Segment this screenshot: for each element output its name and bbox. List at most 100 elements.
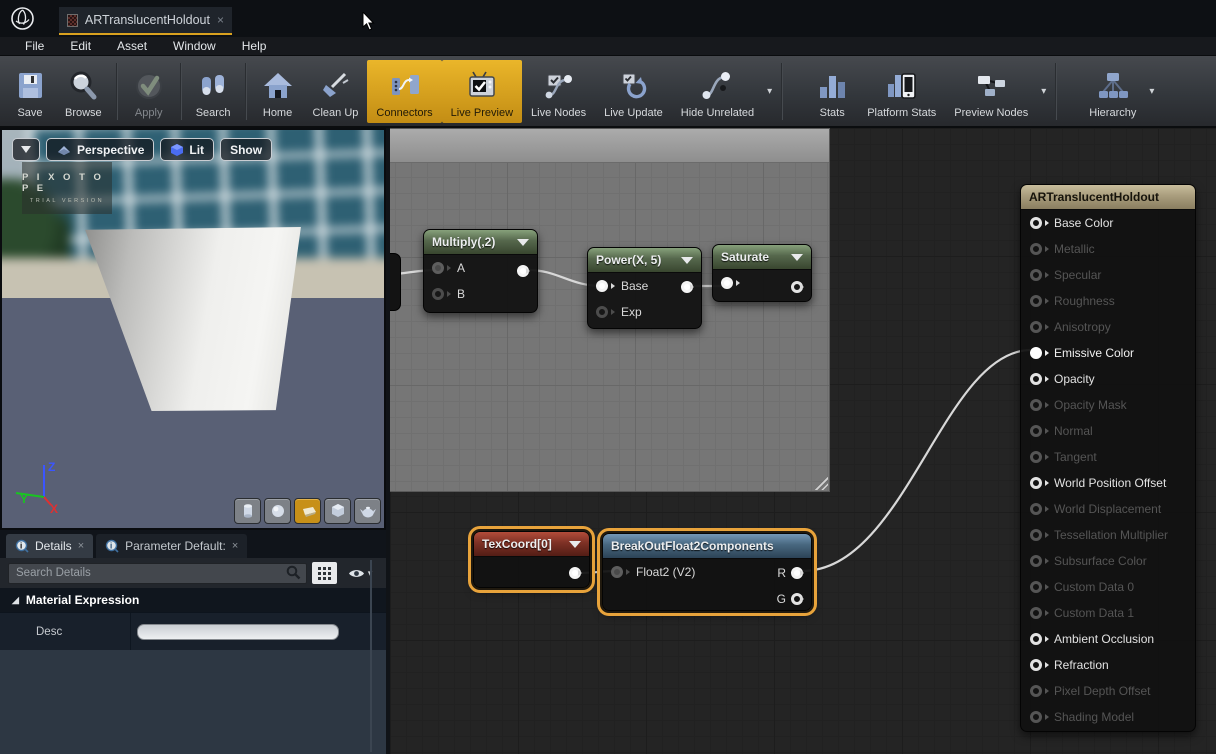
menu-window[interactable]: Window (160, 39, 229, 53)
material-pin-label: Opacity Mask (1054, 398, 1127, 412)
menu-file[interactable]: File (12, 39, 57, 53)
hide-unrelated-button[interactable]: Hide Unrelated (672, 60, 763, 123)
material-pin-refraction[interactable]: Refraction (1021, 652, 1195, 678)
home-button[interactable]: Home (252, 60, 304, 123)
clean-up-button[interactable]: Clean Up (304, 60, 368, 123)
pin-float2-input[interactable] (611, 566, 623, 578)
toolbar-separator (1055, 63, 1057, 120)
platform-stats-button[interactable]: Platform Stats (858, 60, 945, 123)
pin-icon[interactable] (1030, 321, 1042, 333)
comment-resize-handle[interactable] (813, 475, 828, 490)
clipped-node[interactable] (390, 253, 401, 311)
material-pin-ambient-occlusion[interactable]: Ambient Occlusion (1021, 626, 1195, 652)
live-preview-button[interactable]: Live Preview (442, 60, 522, 123)
preview-nodes-button[interactable]: Preview Nodes (945, 60, 1037, 123)
hierarchy-dropdown-icon[interactable]: ▾ (1145, 86, 1158, 97)
desc-field[interactable] (137, 624, 339, 640)
material-pin-label: Shading Model (1054, 710, 1134, 724)
material-expression-section-header[interactable]: ◢ Material Expression (0, 588, 386, 612)
desc-label: Desc (0, 626, 130, 638)
viewport-options-button[interactable] (12, 138, 40, 161)
lit-mode-button[interactable]: Lit (160, 138, 214, 161)
details-scrollbar[interactable] (370, 560, 372, 752)
apply-button[interactable]: Apply (123, 60, 175, 123)
node-collapse-icon[interactable] (569, 541, 581, 548)
comment-title-bar[interactable] (390, 129, 829, 163)
node-power[interactable]: Power(X, 5) Base Exp (587, 247, 702, 329)
property-matrix-button[interactable] (312, 562, 337, 584)
menu-edit[interactable]: Edit (57, 39, 104, 53)
pin-icon[interactable] (1030, 295, 1042, 307)
pin-icon[interactable] (1030, 399, 1042, 411)
node-collapse-icon[interactable] (681, 257, 693, 264)
search-details-input[interactable] (8, 563, 307, 584)
pin-b-input[interactable] (432, 288, 444, 300)
pin-a-input[interactable] (432, 262, 444, 274)
shape-plane-button[interactable] (294, 498, 321, 524)
hierarchy-button[interactable]: Hierarchy (1080, 60, 1145, 123)
preview-viewport[interactable]: Perspective Lit Show P I X O T O P E TRI… (0, 128, 386, 530)
pin-icon[interactable] (1030, 555, 1042, 567)
node-breakout-float2[interactable]: BreakOutFloat2Components Float2 (V2) R G (602, 533, 812, 611)
pin-arrow-icon (1045, 376, 1049, 382)
view-options-button[interactable]: ▾ (342, 562, 378, 584)
material-pin-opacity[interactable]: Opacity (1021, 366, 1195, 392)
close-icon[interactable]: × (232, 540, 238, 552)
perspective-button[interactable]: Perspective (46, 138, 154, 161)
pin-icon[interactable] (1030, 607, 1042, 619)
node-saturate[interactable]: Saturate (712, 244, 812, 302)
material-pin-emissive-color[interactable]: Emissive Color (1021, 340, 1195, 366)
pin-icon[interactable] (1030, 633, 1042, 645)
pin-exp-input[interactable] (596, 306, 608, 318)
menu-help[interactable]: Help (229, 39, 280, 53)
node-collapse-icon[interactable] (517, 239, 529, 246)
shape-teapot-button[interactable] (354, 498, 381, 524)
node-multiply[interactable]: Multiply(,2) A B (423, 229, 538, 313)
pin-icon[interactable] (1030, 269, 1042, 281)
browse-button[interactable]: Browse (56, 60, 111, 123)
shape-cube-button[interactable] (324, 498, 351, 524)
pin-icon[interactable] (1030, 685, 1042, 697)
pin-icon[interactable] (1030, 581, 1042, 593)
pin-icon[interactable] (1030, 503, 1042, 515)
tab-details[interactable]: i Details × (6, 534, 93, 558)
tab-parameter-defaults[interactable]: i Parameter Default: × (96, 534, 247, 558)
shape-sphere-button[interactable] (264, 498, 291, 524)
asset-tab[interactable]: ARTranslucentHoldout × (59, 7, 232, 35)
close-icon[interactable]: × (78, 540, 84, 552)
node-material-output[interactable]: ARTranslucentHoldout Base ColorMetallicS… (1020, 184, 1196, 732)
material-pin-world-position-offset[interactable]: World Position Offset (1021, 470, 1195, 496)
node-collapse-icon[interactable] (791, 254, 803, 261)
pin-icon[interactable] (1030, 529, 1042, 541)
live-nodes-button[interactable]: Live Nodes (522, 60, 595, 123)
material-graph-canvas[interactable]: Multiply(,2) A B Power(X, 5) Base Exp Sa… (390, 128, 1216, 754)
hide-unrelated-dropdown-icon[interactable]: ▾ (763, 86, 776, 97)
stats-button[interactable]: Stats (806, 60, 858, 123)
shape-cylinder-button[interactable] (234, 498, 261, 524)
menu-asset[interactable]: Asset (104, 39, 160, 53)
connectors-button[interactable]: Connectors (367, 60, 441, 123)
pin-saturate-input[interactable] (721, 277, 733, 289)
tab-close-icon[interactable]: × (217, 13, 224, 27)
search-button[interactable]: Search (187, 60, 240, 123)
pin-icon[interactable] (1030, 477, 1042, 489)
pin-base-input[interactable] (596, 280, 608, 292)
material-pin-pixel-depth-offset: Pixel Depth Offset (1021, 678, 1195, 704)
pin-icon[interactable] (1030, 451, 1042, 463)
live-update-button[interactable]: Live Update (595, 60, 672, 123)
node-texcoord[interactable]: TexCoord[0] (473, 531, 590, 588)
pin-icon[interactable] (1030, 659, 1042, 671)
save-button[interactable]: Save (4, 60, 56, 123)
apply-icon (132, 67, 166, 105)
pin-icon[interactable] (1030, 373, 1042, 385)
pin-icon[interactable] (1030, 425, 1042, 437)
material-pin-base-color[interactable]: Base Color (1021, 210, 1195, 236)
pin-icon[interactable] (1030, 711, 1042, 723)
pin-icon[interactable] (1030, 217, 1042, 229)
preview-nodes-dropdown-icon[interactable]: ▾ (1037, 86, 1050, 97)
collapse-arrow-icon[interactable]: ◢ (12, 595, 19, 606)
pin-icon[interactable] (1030, 347, 1042, 359)
show-menu-button[interactable]: Show (220, 138, 272, 161)
pin-icon[interactable] (1030, 243, 1042, 255)
material-thumbnail-icon (67, 14, 78, 27)
